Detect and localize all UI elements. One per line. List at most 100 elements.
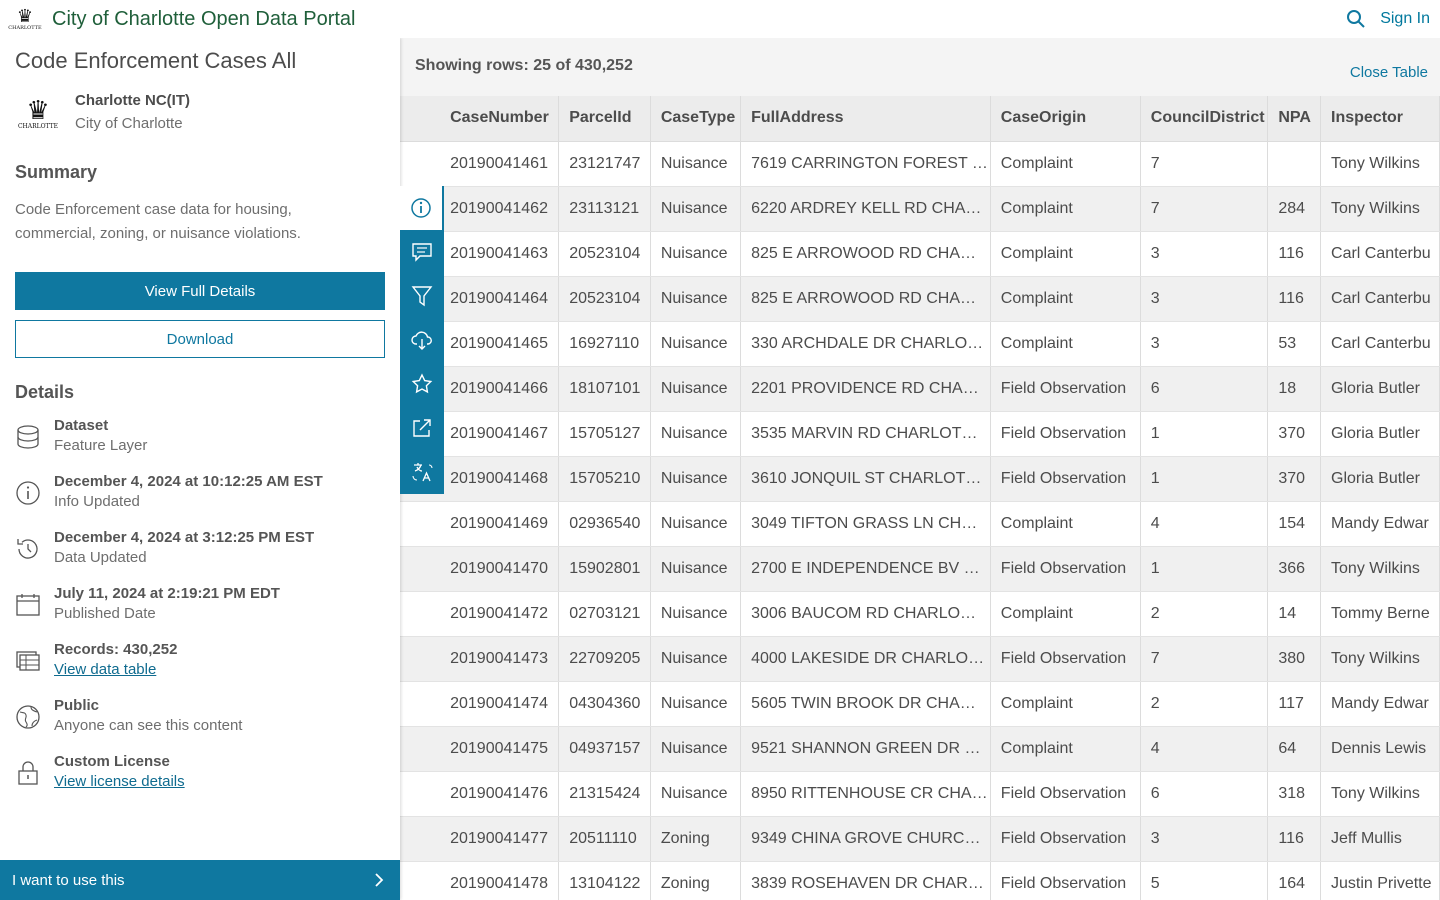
column-header[interactable]: CaseType (650, 96, 742, 142)
search-icon[interactable] (1346, 9, 1366, 29)
table-cell: 22709205 (558, 636, 651, 682)
filter-icon (411, 286, 433, 307)
table-cell: Nuisance (650, 636, 742, 682)
view-license-details-link[interactable]: View license details (54, 772, 185, 792)
table-row[interactable]: 20190041463 20523104 Nuisance 825 E ARROWOO… (400, 231, 1440, 277)
table-row[interactable]: 20190041467 15705127 Nuisance 3535 MARVIN R… (400, 411, 1440, 457)
table-row[interactable]: 20190041465 16927110 Nuisance 330 ARCHDALE … (400, 321, 1440, 367)
column-header[interactable]: Inspector (1320, 96, 1440, 142)
data-table-container[interactable]: CaseNumber ParcelId CaseType FullAddress… (400, 96, 1440, 900)
filter-tab[interactable] (400, 274, 444, 318)
info-icon (411, 198, 431, 218)
comments-tab[interactable] (400, 230, 444, 274)
logo-text: CHARLOTTE (8, 25, 42, 31)
table-row[interactable]: 20190041473 22709205 Nuisance 4000 LAKESIDE… (400, 636, 1440, 682)
table-row[interactable]: 20190041469 02936540 Nuisance 3049 TIFTON G… (400, 501, 1440, 547)
table-cell: Carl Canterbu (1320, 231, 1440, 277)
table-row[interactable]: 20190041477 20511110 Zoning 9349 CHINA GROV… (400, 816, 1440, 862)
table-toolbar: Showing rows: 25 of 430,252 Close Table (400, 38, 1440, 96)
table-row[interactable]: 20190041478 13104122 Zoning 3839 ROSEHAVEN … (400, 861, 1440, 900)
table-cell: Tony Wilkins (1320, 186, 1440, 232)
detail-main: Public (54, 697, 100, 714)
table-cell: Mandy Edwar (1320, 681, 1440, 727)
table-cell: 1 (1140, 411, 1269, 457)
table-cell: 2 (1140, 591, 1269, 637)
table-row[interactable]: 20190041466 18107101 Nuisance 2201 PROVIDEN… (400, 366, 1440, 412)
table-row[interactable]: 20190041470 15902801 Nuisance 2700 E INDEPE… (400, 546, 1440, 592)
detail-license: Custom License View license details (15, 752, 185, 792)
table-row[interactable]: 20190041474 04304360 Nuisance 5605 TWIN BRO… (400, 681, 1440, 727)
table-row[interactable]: 20190041476 21315424 Nuisance 8950 RITTENHO… (400, 771, 1440, 817)
table-cell: 20190041467 (440, 411, 560, 457)
city-logo[interactable]: ♛ CHARLOTTE (8, 2, 42, 36)
table-cell: 15705127 (558, 411, 651, 457)
favorite-tab[interactable] (400, 362, 444, 406)
sign-in-link[interactable]: Sign In (1380, 10, 1430, 28)
table-row[interactable]: 20190041464 20523104 Nuisance 825 E ARROWOO… (400, 276, 1440, 322)
table-row[interactable]: 20190041475 04937157 Nuisance 9521 SHANNON … (400, 726, 1440, 772)
share-tab[interactable] (400, 406, 444, 450)
translate-tab[interactable] (400, 450, 444, 494)
detail-access: Public Anyone can see this content (15, 696, 242, 736)
table-row[interactable]: 20190041472 02703121 Nuisance 3006 BAUCOM R… (400, 591, 1440, 637)
detail-main: Dataset (54, 417, 109, 434)
column-header[interactable]: FullAddress (740, 96, 991, 142)
header-spacer (400, 96, 441, 142)
site-title[interactable]: City of Charlotte Open Data Portal (52, 8, 355, 31)
column-header[interactable]: CouncilDistrict (1140, 96, 1269, 142)
column-header[interactable]: CaseNumber (440, 96, 560, 142)
row-spacer (400, 591, 441, 637)
table-row[interactable]: 20190041461 23121747 Nuisance 7619 CARRINGT… (400, 141, 1440, 187)
table-cell: 3049 TIFTON GRASS LN CH… (740, 501, 991, 547)
column-header[interactable]: CaseOrigin (990, 96, 1141, 142)
table-cell: 3 (1140, 321, 1269, 367)
column-header[interactable]: ParcelId (558, 96, 651, 142)
table-cell: 284 (1267, 186, 1322, 232)
table-row[interactable]: 20190041462 23113121 Nuisance 6220 ARDREY K… (400, 186, 1440, 232)
table-cell: Complaint (990, 726, 1141, 772)
table-cell: Nuisance (650, 411, 742, 457)
detail-data-updated: December 4, 2024 at 3:12:25 PM EST Data … (15, 528, 314, 568)
view-full-details-button[interactable]: View Full Details (15, 272, 385, 310)
table-header-row: CaseNumber ParcelId CaseType FullAddress… (400, 96, 1440, 142)
table-cell: 1 (1140, 456, 1269, 502)
table-cell: 20190041478 (440, 861, 560, 900)
table-cell: 20190041468 (440, 456, 560, 502)
close-table-link[interactable]: Close Table (1350, 64, 1428, 81)
view-data-table-link[interactable]: View data table (54, 660, 177, 680)
table-cell: 3839 ROSEHAVEN DR CHAR… (740, 861, 991, 900)
table-cell: 02936540 (558, 501, 651, 547)
download-button[interactable]: Download (15, 320, 385, 358)
table-cell: 116 (1267, 276, 1322, 322)
table-cell: Dennis Lewis (1320, 726, 1440, 772)
table-cell: 20190041476 (440, 771, 560, 817)
owner-logo-text: CHARLOTTE (17, 122, 59, 130)
table-cell: Tony Wilkins (1320, 636, 1440, 682)
table-row[interactable]: 20190041468 15705210 Nuisance 3610 JONQUIL … (400, 456, 1440, 502)
owner-org: City of Charlotte (75, 115, 183, 132)
column-header[interactable]: NPA (1267, 96, 1322, 142)
table-cell: Complaint (990, 231, 1141, 277)
table-cell: 3 (1140, 816, 1269, 862)
table-cell: 3 (1140, 276, 1269, 322)
table-cell: Nuisance (650, 726, 742, 772)
table-cell: 20190041461 (440, 141, 560, 187)
data-table: CaseNumber ParcelId CaseType FullAddress… (400, 96, 1440, 900)
table-cell: 4000 LAKESIDE DR CHARLO… (740, 636, 991, 682)
i-want-to-use-this-bar[interactable]: I want to use this (0, 860, 400, 900)
table-icon (16, 651, 40, 671)
table-cell: Field Observation (990, 771, 1141, 817)
detail-main: July 11, 2024 at 2:19:21 PM EDT (54, 585, 280, 602)
table-cell: 20523104 (558, 276, 651, 322)
table-cell: Complaint (990, 501, 1141, 547)
download-tab[interactable] (400, 318, 444, 362)
table-cell: 02703121 (558, 591, 651, 637)
table-cell: 23121747 (558, 141, 651, 187)
table-cell: 20190041463 (440, 231, 560, 277)
owner-avatar[interactable]: ♛ CHARLOTTE (15, 90, 61, 136)
info-tab[interactable] (400, 186, 444, 230)
table-cell: 20190041466 (440, 366, 560, 412)
table-cell: Nuisance (650, 501, 742, 547)
owner-name[interactable]: Charlotte NC(IT) (75, 92, 190, 109)
detail-sub: Info Updated (54, 493, 140, 510)
